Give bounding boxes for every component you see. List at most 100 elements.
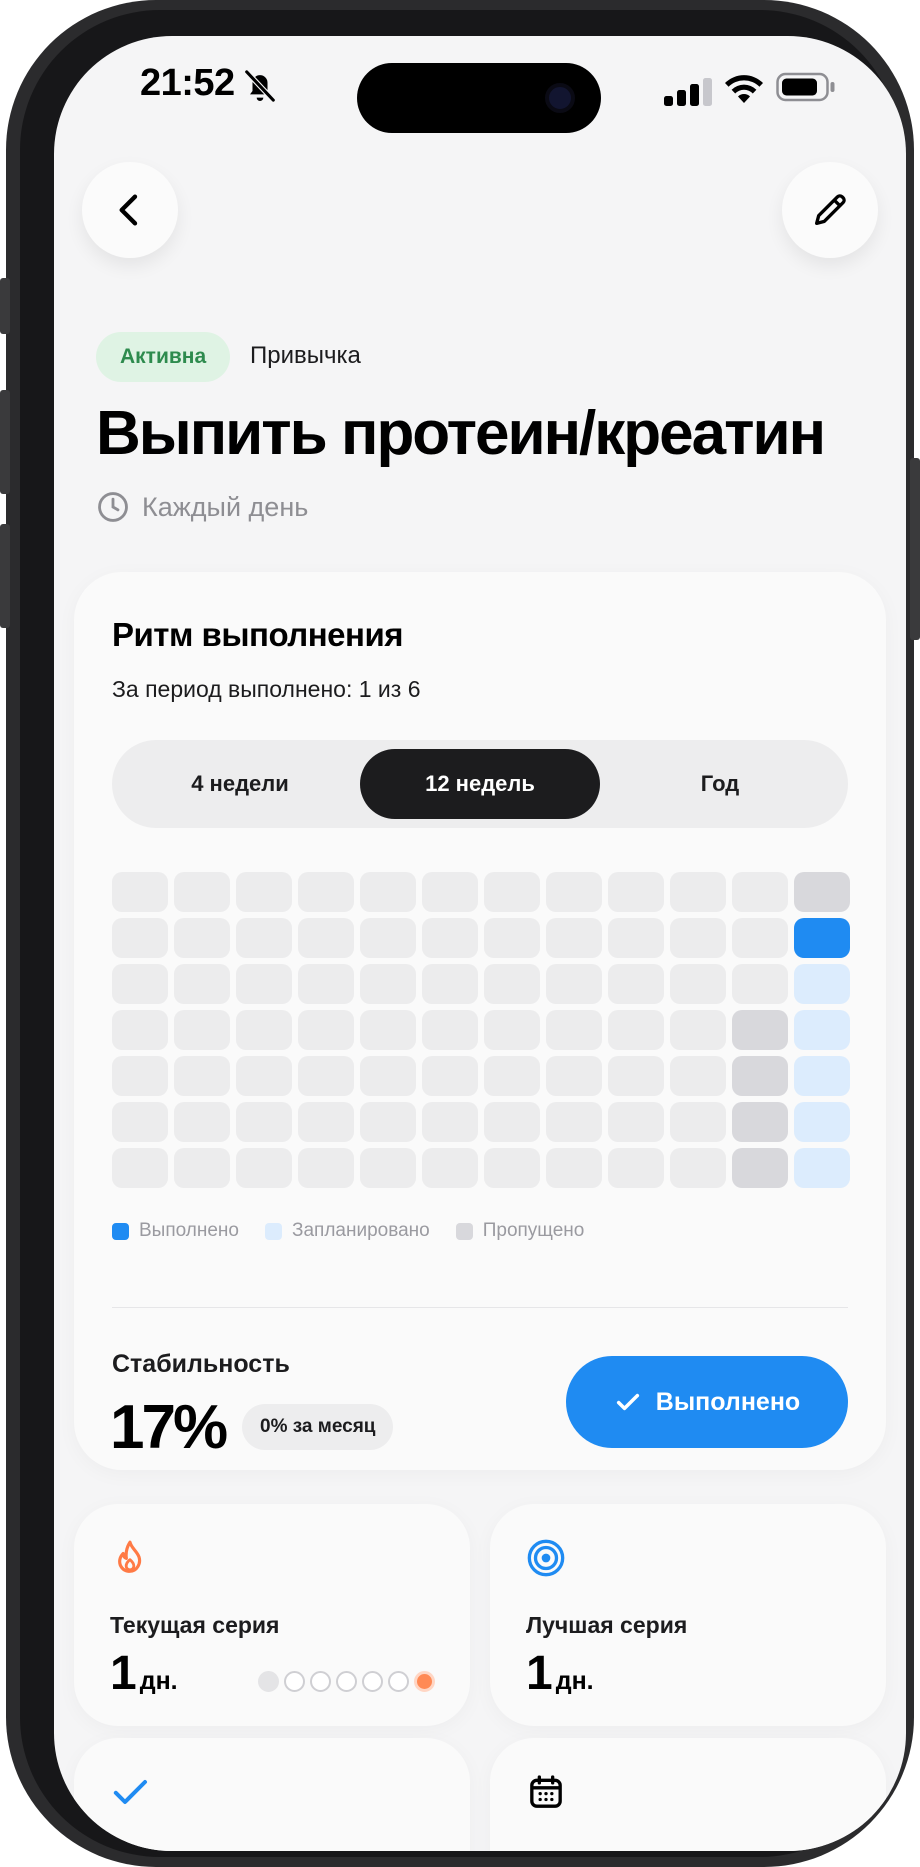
heatmap-cell-empty	[608, 918, 664, 958]
heatmap-cell-empty	[360, 918, 416, 958]
cellular-signal-icon	[664, 78, 712, 106]
heatmap-cell-empty	[422, 918, 478, 958]
back-button[interactable]	[82, 162, 178, 258]
screen: 21:52 Активна Привычка Выпить протеин/кр…	[54, 36, 906, 1851]
heatmap-cell-empty	[360, 1148, 416, 1188]
chevron-left-icon	[119, 194, 138, 226]
mark-done-button[interactable]: Выполнено	[566, 1356, 848, 1448]
schedule-row: Каждый день	[96, 490, 308, 524]
heatmap-cell-empty	[484, 1102, 540, 1142]
heatmap-cell-empty	[608, 1148, 664, 1188]
legend-label-planned: Запланировано	[291, 1220, 430, 1241]
heatmap-cell-empty	[236, 1010, 292, 1050]
heatmap-cell-empty	[422, 964, 478, 1004]
heatmap-cell-planned	[794, 1056, 850, 1096]
heatmap-cell-empty	[670, 1056, 726, 1096]
heatmap-cell-empty	[236, 918, 292, 958]
battery-icon	[776, 72, 835, 102]
heatmap-cell-empty	[236, 872, 292, 912]
heatmap-cell-empty	[422, 1102, 478, 1142]
heatmap-cell-empty	[546, 872, 602, 912]
legend-swatch-planned	[264, 1222, 282, 1240]
best-streak-label: Лучшая серия	[526, 1612, 688, 1638]
edit-button[interactable]	[782, 162, 878, 258]
current-streak-label: Текущая серия	[110, 1612, 280, 1638]
heatmap-cell-missed	[794, 872, 850, 912]
heatmap-cell-empty	[298, 1148, 354, 1188]
tab-4-weeks[interactable]: 4 недели	[120, 749, 360, 819]
heatmap-cell-empty	[670, 918, 726, 958]
legend-swatch-missed	[455, 1222, 473, 1240]
heatmap-cell-empty	[174, 918, 230, 958]
heatmap-cell-empty	[174, 964, 230, 1004]
status-time: 21:52	[140, 62, 235, 104]
heatmap-cell-empty	[298, 1010, 354, 1050]
stability-label: Стабильность	[112, 1350, 290, 1378]
heatmap-cell-planned	[794, 1010, 850, 1050]
heatmap-cell-empty	[112, 1056, 168, 1096]
heatmap-cell-empty	[732, 964, 788, 1004]
heatmap-cell-empty	[546, 1102, 602, 1142]
heatmap-cell-empty	[360, 872, 416, 912]
clock-icon	[98, 492, 128, 522]
legend-planned: Запланировано	[264, 1220, 430, 1242]
streak-dot-empty	[388, 1671, 409, 1692]
heatmap-cell-empty	[422, 872, 478, 912]
tab-12-weeks[interactable]: 12 недель	[360, 749, 600, 819]
heatmap-cell-empty	[174, 872, 230, 912]
completed-count-card	[74, 1738, 470, 1851]
heatmap-cell-empty	[608, 964, 664, 1004]
heatmap-cell-empty	[360, 1010, 416, 1050]
wifi-icon	[725, 75, 763, 103]
heatmap-cell-empty	[236, 964, 292, 1004]
heatmap-cell-empty	[360, 1102, 416, 1142]
heatmap-cell-empty	[670, 872, 726, 912]
heatmap-cell-done	[794, 918, 850, 958]
heatmap-cell-empty	[112, 964, 168, 1004]
heatmap-cell-missed	[732, 1102, 788, 1142]
power-button	[910, 458, 920, 640]
camera-lens	[545, 83, 575, 113]
heatmap-cell-empty	[608, 1010, 664, 1050]
heatmap-cell-empty	[608, 1102, 664, 1142]
rhythm-summary: За период выполнено: 1 из 6	[112, 676, 421, 702]
heatmap-cell-empty	[670, 1102, 726, 1142]
best-streak-card: Лучшая серия 1 дн.	[490, 1504, 886, 1726]
heatmap-cell-empty	[484, 1056, 540, 1096]
check-icon	[113, 1780, 147, 1804]
heatmap-cell-empty	[670, 1148, 726, 1188]
tab-year[interactable]: Год	[600, 749, 840, 819]
heatmap-cell-empty	[360, 964, 416, 1004]
heatmap-cell-empty	[174, 1102, 230, 1142]
heatmap-legend: Выполнено Запланировано Пропущено	[112, 1220, 610, 1242]
heatmap-cell-empty	[112, 1148, 168, 1188]
heatmap-cell-empty	[732, 872, 788, 912]
heatmap-cell-empty	[174, 1148, 230, 1188]
check-icon	[616, 1393, 639, 1411]
heatmap-cell-missed	[732, 1056, 788, 1096]
current-streak-number: 1	[110, 1647, 137, 1700]
heatmap-cell-empty	[484, 964, 540, 1004]
streak-dot-filled	[258, 1671, 279, 1692]
heatmap-cell-empty	[484, 1010, 540, 1050]
period-segmented-control: 4 недели 12 недель Год	[112, 740, 848, 828]
heatmap-cell-empty	[112, 1102, 168, 1142]
heatmap-cell-empty	[546, 1056, 602, 1096]
status-badge: Активна	[96, 332, 231, 382]
heatmap-cell-empty	[422, 1148, 478, 1188]
best-streak-value: 1 дн.	[526, 1646, 594, 1701]
heatmap-cell-empty	[112, 1010, 168, 1050]
heatmap-cell-empty	[484, 872, 540, 912]
heatmap-cell-empty	[484, 918, 540, 958]
heatmap-cell-empty	[608, 872, 664, 912]
heatmap-cell-empty	[112, 918, 168, 958]
heatmap-cell-empty	[732, 918, 788, 958]
streak-dot-empty	[336, 1671, 357, 1692]
heatmap-cell-missed	[732, 1010, 788, 1050]
heatmap-cell-empty	[670, 964, 726, 1004]
divider	[112, 1307, 848, 1308]
heatmap-cell-empty	[484, 1148, 540, 1188]
current-streak-value: 1 дн.	[110, 1646, 178, 1701]
phone-bezel: 21:52 Активна Привычка Выпить протеин/кр…	[20, 10, 906, 1857]
current-streak-card: Текущая серия 1 дн.	[74, 1504, 470, 1726]
